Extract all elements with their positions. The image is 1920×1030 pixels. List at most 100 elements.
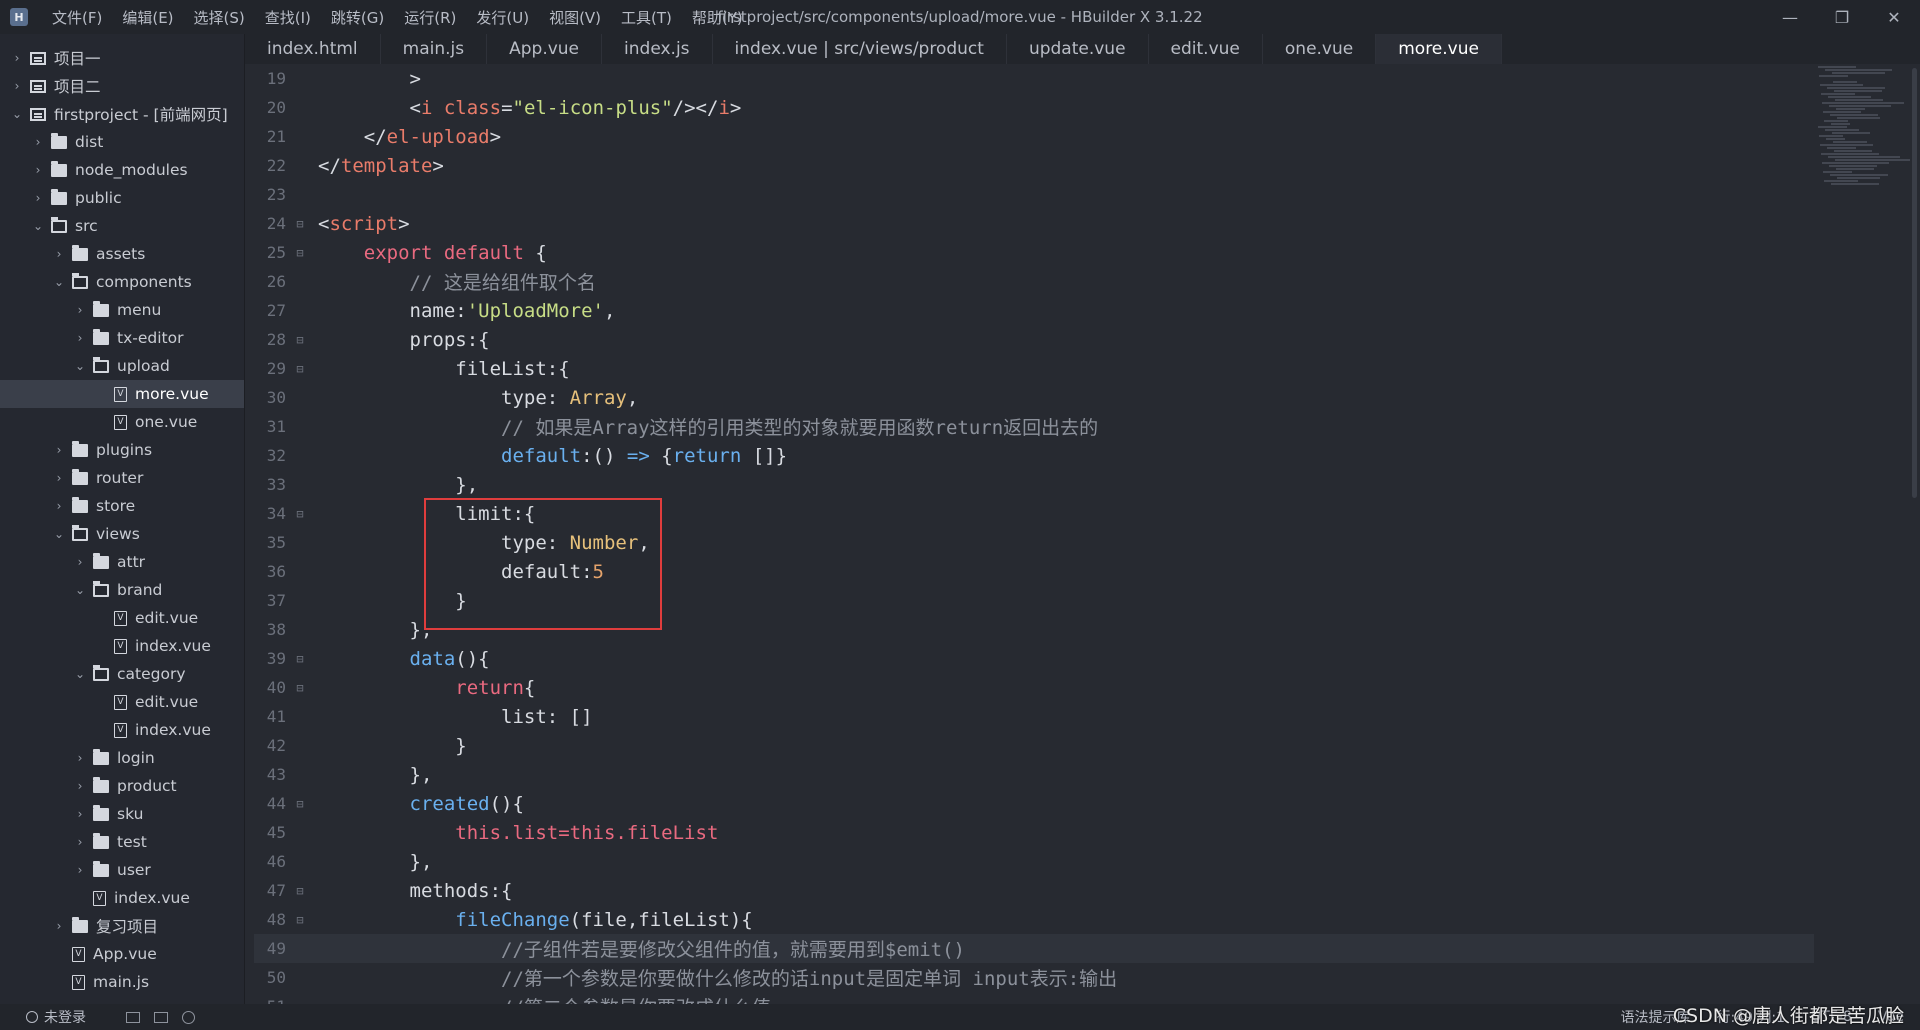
chevron-down-icon[interactable]: ⌄ <box>73 359 87 373</box>
tab-update-vue[interactable]: update.vue <box>1007 34 1149 64</box>
code-line[interactable]: 35 type: Number, <box>254 528 1814 557</box>
chevron-right-icon[interactable]: › <box>52 919 66 933</box>
tree-item[interactable]: › 复习项目 <box>0 912 244 940</box>
chevron-down-icon[interactable]: ⌄ <box>73 667 87 681</box>
tree-item[interactable]: › dist <box>0 128 244 156</box>
tree-item[interactable]: › router <box>0 464 244 492</box>
fold-toggle-icon[interactable]: ⊟ <box>292 913 308 927</box>
code-line[interactable]: 23 <box>254 180 1814 209</box>
tree-item[interactable]: › store <box>0 492 244 520</box>
fold-toggle-icon[interactable]: ⊟ <box>292 507 308 521</box>
chevron-right-icon[interactable]: › <box>10 51 24 65</box>
chevron-right-icon[interactable]: › <box>73 555 87 569</box>
tab-more-vue[interactable]: more.vue <box>1376 34 1502 64</box>
login-status[interactable]: 未登录 <box>44 1007 86 1027</box>
chevron-right-icon[interactable]: › <box>73 835 87 849</box>
code-line[interactable]: 39 ⊟ data(){ <box>254 644 1814 673</box>
code-line[interactable]: 44 ⊟ created(){ <box>254 789 1814 818</box>
tab-index-vue-src-views-product[interactable]: index.vue | src/views/product <box>713 34 1007 64</box>
code-line[interactable]: 22 </template> <box>254 151 1814 180</box>
menu-item[interactable]: 工具(T) <box>611 7 682 28</box>
menu-item[interactable]: 帮助(Y) <box>682 7 753 28</box>
code-line[interactable]: 41 list: [] <box>254 702 1814 731</box>
tree-item[interactable]: ⌄ category <box>0 660 244 688</box>
tree-item[interactable]: ›index.vue <box>0 716 244 744</box>
chevron-right-icon[interactable]: › <box>52 471 66 485</box>
tree-item[interactable]: ⌄ views <box>0 520 244 548</box>
code-line[interactable]: 50 //第一个参数是你要做什么修改的话input是固定单词 input表示:输… <box>254 963 1814 992</box>
chevron-right-icon[interactable]: › <box>52 443 66 457</box>
tree-item[interactable]: ›main.js <box>0 968 244 996</box>
tab-one-vue[interactable]: one.vue <box>1263 34 1377 64</box>
tree-item[interactable]: ⌄ src <box>0 212 244 240</box>
code-line[interactable]: 31 // 如果是Array这样的引用类型的对象就要用函数return返回出去的 <box>254 412 1814 441</box>
chevron-right-icon[interactable]: › <box>10 79 24 93</box>
code-line[interactable]: 32 default:() => {return []} <box>254 441 1814 470</box>
tree-item[interactable]: › public <box>0 184 244 212</box>
tab-index-js[interactable]: index.js <box>602 34 713 64</box>
chevron-right-icon[interactable]: › <box>31 135 45 149</box>
chevron-right-icon[interactable]: › <box>73 331 87 345</box>
tree-item[interactable]: › login <box>0 744 244 772</box>
code-line[interactable]: 47 ⊟ methods:{ <box>254 876 1814 905</box>
chevron-down-icon[interactable]: ⌄ <box>73 583 87 597</box>
tree-item[interactable]: › assets <box>0 240 244 268</box>
tree-item[interactable]: ⌄ components <box>0 268 244 296</box>
code-line[interactable]: 19 > <box>254 64 1814 93</box>
chevron-right-icon[interactable]: › <box>73 807 87 821</box>
tree-item[interactable]: › attr <box>0 548 244 576</box>
code-line[interactable]: 36 default:5 <box>254 557 1814 586</box>
code-line[interactable]: 26 // 这是给组件取个名 <box>254 267 1814 296</box>
menu-item[interactable]: 查找(I) <box>255 7 321 28</box>
code-line[interactable]: 46 }, <box>254 847 1814 876</box>
code-line[interactable]: 29 ⊟ fileList:{ <box>254 354 1814 383</box>
minimap[interactable] <box>1818 66 1914 306</box>
tab-main-js[interactable]: main.js <box>381 34 488 64</box>
code-line[interactable]: 33 }, <box>254 470 1814 499</box>
fold-toggle-icon[interactable]: ⊟ <box>292 333 308 347</box>
menu-item[interactable]: 视图(V) <box>539 7 611 28</box>
tree-item[interactable]: ›edit.vue <box>0 604 244 632</box>
code-editor[interactable]: 19 >20 <i class="el-icon-plus"/></i> 21 <… <box>254 64 1814 1004</box>
tree-item[interactable]: › node_modules <box>0 156 244 184</box>
fold-toggle-icon[interactable]: ⊟ <box>292 652 308 666</box>
chevron-right-icon[interactable]: › <box>73 863 87 877</box>
code-line[interactable]: 40 ⊟ return{ <box>254 673 1814 702</box>
tree-item[interactable]: › test <box>0 828 244 856</box>
globe-icon[interactable] <box>182 1010 195 1024</box>
chevron-down-icon[interactable]: ⌄ <box>52 275 66 289</box>
code-line[interactable]: 27 name:'UploadMore', <box>254 296 1814 325</box>
menu-item[interactable]: 文件(F) <box>42 7 112 28</box>
code-line[interactable]: 45 this.list=this.fileList <box>254 818 1814 847</box>
tree-item[interactable]: ⌄ firstproject - [前端网页] <box>0 100 244 128</box>
close-button[interactable]: ✕ <box>1868 0 1920 34</box>
code-line[interactable]: 34 ⊟ limit:{ <box>254 499 1814 528</box>
tree-item[interactable]: › 项目一 <box>0 44 244 72</box>
tree-item[interactable]: › menu <box>0 296 244 324</box>
tree-item[interactable]: ›more.vue <box>0 380 244 408</box>
code-line[interactable]: 51 //第二个参数是你要改成什么值 <box>254 992 1814 1004</box>
code-line[interactable]: 37 } <box>254 586 1814 615</box>
chevron-down-icon[interactable]: ⌄ <box>52 527 66 541</box>
tree-item[interactable]: › product <box>0 772 244 800</box>
menu-item[interactable]: 编辑(E) <box>112 7 183 28</box>
code-line[interactable]: 28 ⊟ props:{ <box>254 325 1814 354</box>
scrollbar-thumb[interactable] <box>1912 68 1917 498</box>
terminal-icon[interactable] <box>154 1011 168 1023</box>
menu-item[interactable]: 运行(R) <box>394 7 466 28</box>
code-line[interactable]: 21 </el-upload> <box>254 122 1814 151</box>
tree-item[interactable]: ›index.vue <box>0 884 244 912</box>
code-line[interactable]: 42 } <box>254 731 1814 760</box>
tree-item[interactable]: ⌄ upload <box>0 352 244 380</box>
tree-item[interactable]: ›one.vue <box>0 408 244 436</box>
tab-index-html[interactable]: index.html <box>245 34 381 64</box>
fold-toggle-icon[interactable]: ⊟ <box>292 884 308 898</box>
menu-item[interactable]: 发行(U) <box>466 7 539 28</box>
code-line[interactable]: 25 ⊟ export default { <box>254 238 1814 267</box>
code-line[interactable]: 43 }, <box>254 760 1814 789</box>
code-line[interactable]: 24 ⊟ <script> <box>254 209 1814 238</box>
code-line[interactable]: 20 <i class="el-icon-plus"/></i> <box>254 93 1814 122</box>
fold-toggle-icon[interactable]: ⊟ <box>292 681 308 695</box>
chevron-right-icon[interactable]: › <box>73 751 87 765</box>
chevron-right-icon[interactable]: › <box>31 191 45 205</box>
